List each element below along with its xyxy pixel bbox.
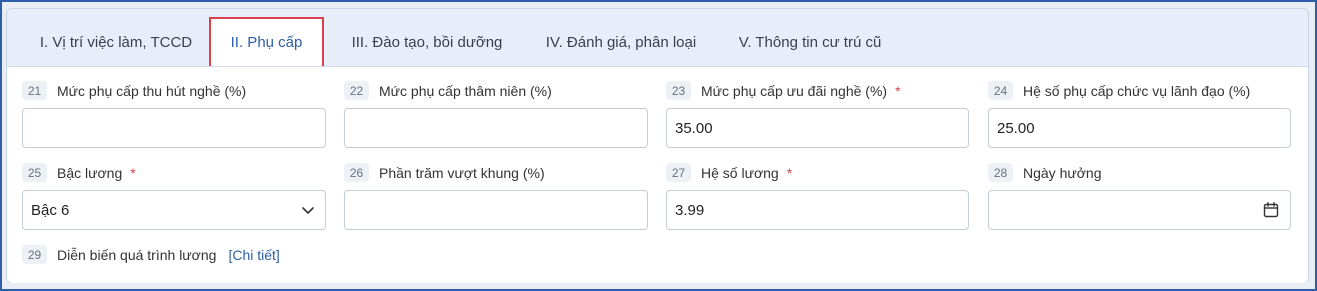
field-label-27: 27 Hệ số lương * <box>666 163 792 182</box>
tab-panel: I. Vị trí việc làm, TCCD II. Phụ cấp III… <box>6 8 1309 283</box>
required-marker: * <box>895 82 901 99</box>
input-value: 35.00 <box>675 119 713 137</box>
field-number-badge: 29 <box>22 245 47 264</box>
field-number-badge: 24 <box>988 81 1013 100</box>
tab-danh-gia-phan-loai[interactable]: IV. Đánh giá, phân loại <box>531 17 711 67</box>
field-label-text: Bậc lương <box>57 164 123 181</box>
field-label-text: Mức phụ cấp thu hút nghề (%) <box>57 82 247 99</box>
tab-vi-tri-viec-lam[interactable]: I. Vị trí việc làm, TCCD <box>23 17 209 67</box>
field-number-badge: 22 <box>344 81 369 100</box>
tab-label: III. Đào tạo, bồi dưỡng <box>351 33 503 51</box>
field-label-text: Diễn biến quá trình lương <box>57 246 217 263</box>
field-label-24: 24 Hệ số phụ cấp chức vụ lãnh đạo (%) <box>988 81 1250 100</box>
field-label-21: 21 Mức phụ cấp thu hút nghề (%) <box>22 81 246 100</box>
required-marker: * <box>786 164 793 181</box>
muc-phu-cap-uu-dai-nghe-input[interactable]: 35.00 <box>666 108 969 148</box>
field-label-25: 25 Bậc lương * <box>22 163 136 182</box>
field-label-text: Ngày hưởng <box>1023 164 1102 181</box>
he-so-luong-input[interactable]: 3.99 <box>666 190 969 230</box>
input-value: 3.99 <box>675 201 705 219</box>
chi-tiet-link[interactable]: [Chi tiết] <box>228 247 279 263</box>
field-label-22: 22 Mức phụ cấp thâm niên (%) <box>344 81 552 100</box>
muc-phu-cap-thu-hut-nghe-input[interactable] <box>22 108 326 148</box>
select-value: Bậc 6 <box>31 201 70 219</box>
form-content: 21 Mức phụ cấp thu hút nghề (%) 22 Mức p… <box>7 66 1308 283</box>
tab-phu-cap[interactable]: II. Phụ cấp <box>209 17 324 68</box>
tab-label: IV. Đánh giá, phân loại <box>545 33 697 51</box>
tab-label: V. Thông tin cư trú cũ <box>738 33 882 51</box>
field-number-badge: 25 <box>22 163 47 182</box>
tab-label: I. Vị trí việc làm, TCCD <box>39 33 193 51</box>
field-label-text: Hệ số phụ cấp chức vụ lãnh đạo (%) <box>1023 82 1251 99</box>
muc-phu-cap-tham-nien-input[interactable] <box>344 108 648 148</box>
phan-tram-vuot-khung-input[interactable] <box>344 190 648 230</box>
he-so-phu-cap-chuc-vu-input[interactable]: 25.00 <box>988 108 1291 148</box>
chevron-down-icon <box>302 207 314 214</box>
field-label-29: 29 Diễn biến quá trình lương [Chi tiết] <box>22 245 280 264</box>
field-number-badge: 27 <box>666 163 691 182</box>
field-number-badge: 28 <box>988 163 1013 182</box>
ngay-huong-date-input[interactable] <box>988 190 1291 230</box>
bac-luong-select[interactable]: Bậc 6 <box>22 190 326 230</box>
field-label-text: Hệ số lương <box>701 164 779 181</box>
field-label-26: 26 Phần trăm vượt khung (%) <box>344 163 545 182</box>
field-number-badge: 23 <box>666 81 691 100</box>
field-number-badge: 21 <box>22 81 47 100</box>
field-label-23: 23 Mức phụ cấp ưu đãi nghề (%) * <box>666 81 901 100</box>
tab-label: II. Phụ cấp <box>230 34 303 51</box>
field-label-text: Mức phụ cấp thâm niên (%) <box>379 82 552 99</box>
tab-dao-tao-boi-duong[interactable]: III. Đào tạo, bồi dưỡng <box>337 17 517 67</box>
field-label-28: 28 Ngày hưởng <box>988 163 1101 182</box>
field-number-badge: 26 <box>344 163 369 182</box>
calendar-icon[interactable] <box>1262 201 1280 219</box>
tab-bar: I. Vị trí việc làm, TCCD II. Phụ cấp III… <box>7 9 1308 68</box>
tab-thong-tin-cu-tru-cu[interactable]: V. Thông tin cư trú cũ <box>725 17 895 67</box>
required-marker: * <box>130 164 136 181</box>
input-value: 25.00 <box>997 119 1035 137</box>
field-label-text: Mức phụ cấp ưu đãi nghề (%) <box>701 82 888 99</box>
field-label-text: Phần trăm vượt khung (%) <box>379 164 545 181</box>
